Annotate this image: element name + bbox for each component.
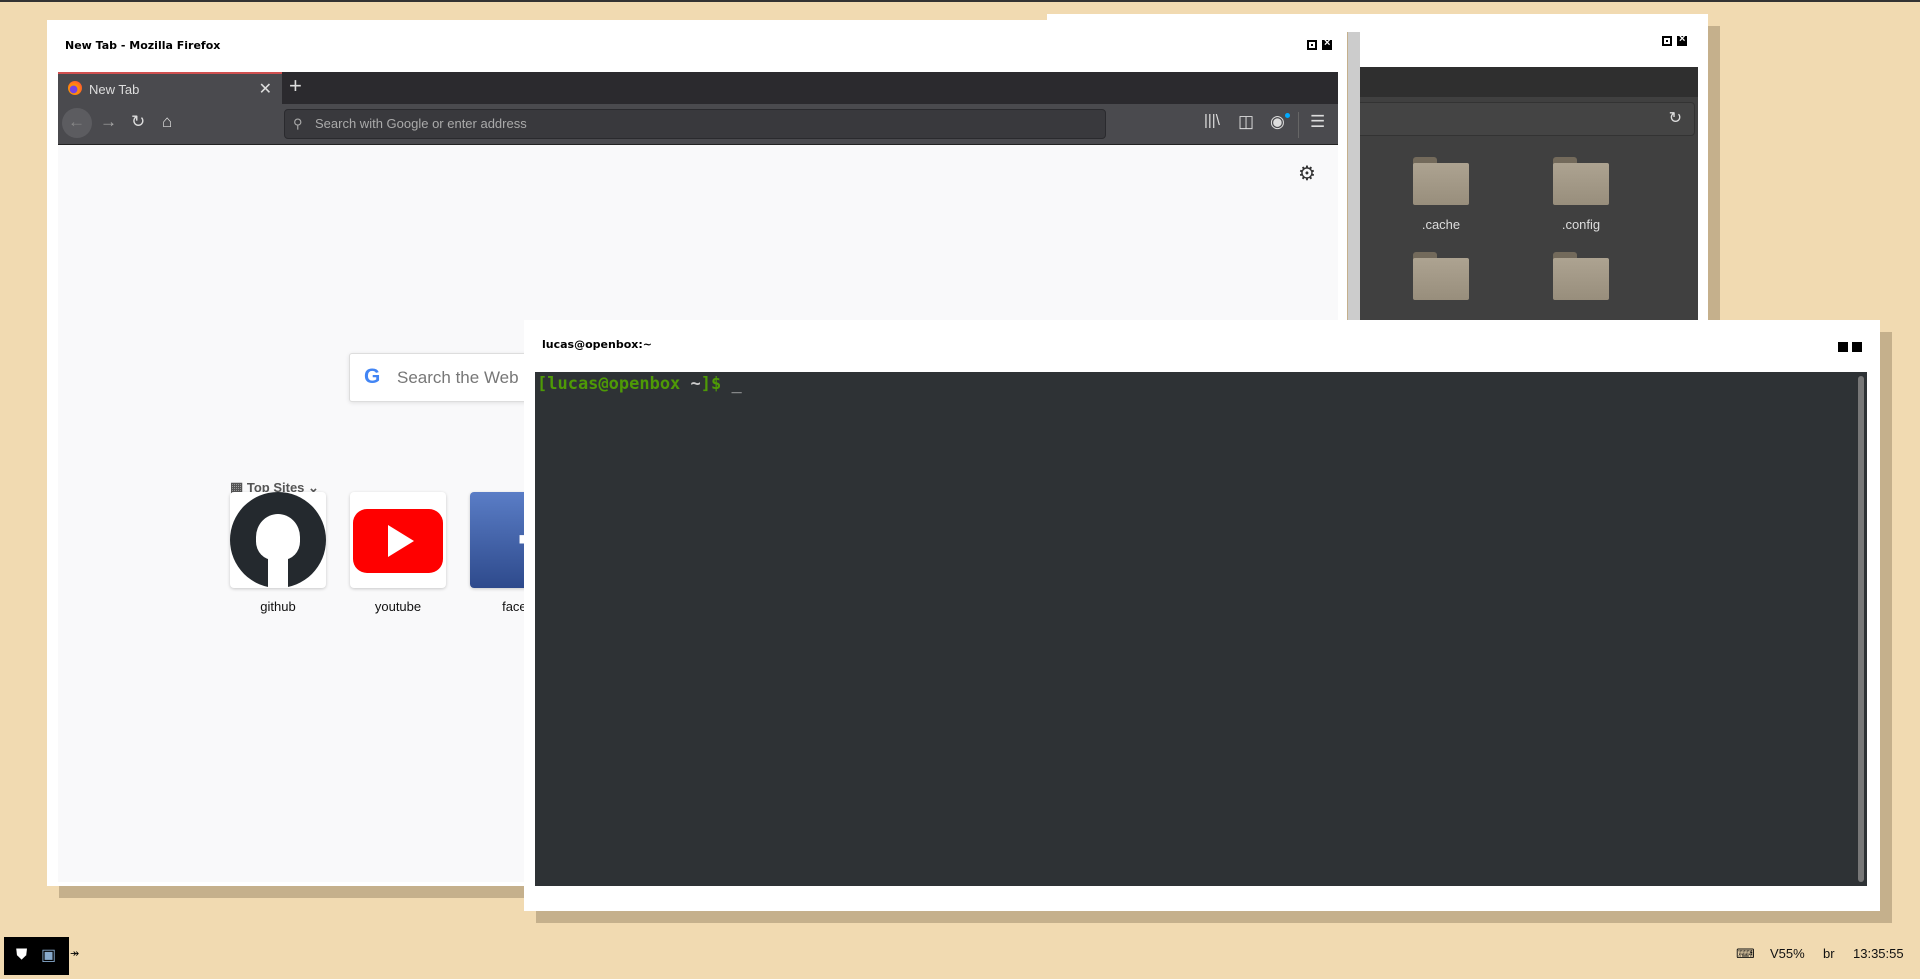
- shield-icon[interactable]: ⛊: [16, 946, 27, 963]
- top-site-label: youtube: [374, 599, 422, 614]
- new-tab-button[interactable]: +: [289, 73, 302, 99]
- network-icon[interactable]: ▣: [41, 945, 56, 965]
- volume-indicator[interactable]: V55%: [1770, 946, 1805, 961]
- account-icon[interactable]: ◉: [1270, 112, 1285, 132]
- navigation-bar: ← → ↻ ⌂ ⚲ Search with Google or enter ad…: [58, 104, 1338, 145]
- sidebar-icon[interactable]: ◫: [1238, 112, 1254, 132]
- terminal-window: lucas@openbox:~ [lucas@openbox ~]$ _: [524, 320, 1880, 911]
- home-icon[interactable]: ⌂: [162, 112, 172, 132]
- close-button[interactable]: [1852, 342, 1862, 352]
- maximize-button[interactable]: [1662, 36, 1672, 46]
- close-button[interactable]: [1677, 33, 1687, 46]
- keyboard-icon: ⌨: [1736, 946, 1755, 961]
- library-icon[interactable]: |||\: [1204, 112, 1220, 129]
- scrollbar[interactable]: [1858, 376, 1864, 882]
- close-button[interactable]: [1322, 37, 1332, 50]
- reload-icon[interactable]: ↻: [1669, 108, 1682, 128]
- forward-icon[interactable]: →: [100, 112, 117, 132]
- tab-bar: New Tab ✕ +: [58, 72, 1338, 104]
- folder-icon[interactable]: [1553, 157, 1609, 205]
- google-logo-icon: G: [364, 365, 381, 388]
- settings-gear-icon[interactable]: ⚙: [1298, 161, 1316, 186]
- search-icon: ⚲: [293, 116, 303, 131]
- terminal-screen[interactable]: [lucas@openbox ~]$ _: [535, 372, 1867, 886]
- maximize-button[interactable]: [1838, 342, 1848, 352]
- scrollbar[interactable]: [1348, 32, 1360, 320]
- prompt-symbol: ]$: [700, 374, 722, 394]
- folder-label: .config: [1561, 217, 1601, 232]
- path-bar[interactable]: ↻: [1348, 102, 1695, 136]
- menu-icon[interactable]: ☰: [1310, 112, 1325, 132]
- tab-new-tab[interactable]: New Tab ✕: [58, 72, 282, 104]
- maximize-button[interactable]: [1307, 40, 1317, 50]
- keyboard-layout[interactable]: br: [1823, 946, 1835, 961]
- clock: 13:35:55: [1853, 946, 1904, 961]
- search-placeholder: Search the Web: [397, 368, 519, 387]
- folder-label: .cache: [1421, 217, 1461, 232]
- window-title: New Tab - Mozilla Firefox: [65, 39, 221, 52]
- window-title: lucas@openbox:~: [542, 338, 652, 351]
- url-bar[interactable]: ⚲ Search with Google or enter address: [284, 109, 1106, 139]
- file-view: ↻ .cache .config: [1348, 67, 1698, 327]
- arrow-icon: ↠: [70, 948, 80, 960]
- prompt-user: [lucas@openbox: [537, 374, 681, 394]
- tab-label: New Tab: [89, 82, 140, 97]
- toolbar: [1348, 67, 1698, 97]
- back-icon[interactable]: ←: [68, 112, 85, 132]
- close-tab-icon[interactable]: ✕: [259, 79, 272, 99]
- prompt-dir: ~: [680, 374, 701, 394]
- reload-icon[interactable]: ↻: [131, 112, 145, 132]
- top-site-label: github: [260, 599, 296, 614]
- folder-icon[interactable]: [1553, 252, 1609, 300]
- folder-icon[interactable]: [1413, 157, 1469, 205]
- system-tray: ⛊ ▣: [4, 937, 69, 975]
- top-site-youtube[interactable]: [350, 492, 446, 588]
- cursor: _: [721, 374, 742, 394]
- folder-icon[interactable]: [1413, 252, 1469, 300]
- url-placeholder: Search with Google or enter address: [315, 116, 527, 131]
- top-site-github[interactable]: [230, 492, 326, 588]
- firefox-logo-icon: [68, 81, 82, 95]
